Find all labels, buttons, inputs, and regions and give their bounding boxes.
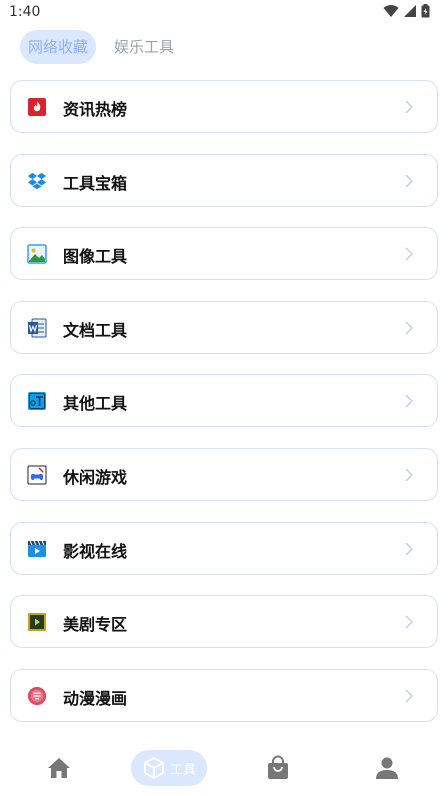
chevron-right-icon	[405, 394, 414, 408]
status-bar: 1:40	[0, 0, 448, 26]
chevron-right-icon	[405, 321, 414, 335]
nav-tools[interactable]: 工具	[131, 750, 207, 786]
list-item-label: 美剧专区	[63, 615, 128, 635]
list-item-label: 影视在线	[63, 541, 128, 561]
chevron-right-icon	[405, 174, 414, 188]
list-item-label: 动漫漫画	[63, 688, 128, 708]
list-item-label: 资讯热榜	[63, 100, 128, 119]
list-item-label: 工具宝箱	[63, 173, 128, 193]
tab-network-favorites[interactable]: 网络收藏	[20, 30, 97, 64]
cube-icon	[143, 757, 164, 779]
manga-icon	[27, 686, 47, 706]
list-item-news-hot[interactable]: 资讯热榜	[10, 80, 438, 133]
gamepad-icon	[27, 465, 47, 485]
image-icon	[27, 244, 47, 264]
list-item-label: 图像工具	[63, 247, 128, 267]
wifi-icon	[383, 5, 399, 18]
home-icon	[48, 758, 70, 778]
chevron-right-icon	[405, 100, 414, 114]
list-item-label: 文档工具	[63, 320, 128, 340]
list-item-image-tools[interactable]: 图像工具	[10, 227, 438, 281]
status-time: 1:40	[9, 4, 41, 20]
list-item-us-drama[interactable]: 美剧专区	[10, 595, 438, 649]
list-item-casual-games[interactable]: 休闲游戏	[10, 447, 438, 501]
list-item-document-tools[interactable]: 文档工具	[10, 300, 438, 354]
nav-profile[interactable]	[372, 750, 402, 786]
chevron-right-icon	[405, 541, 414, 556]
nav-shop[interactable]	[263, 750, 293, 786]
list-item-anime-comics[interactable]: 动漫漫画	[10, 668, 438, 722]
shopping-bag-icon	[268, 755, 288, 779]
tab-entertainment-tools[interactable]: 娱乐工具	[106, 30, 182, 64]
user-icon	[376, 757, 398, 779]
chevron-right-icon	[405, 689, 414, 703]
dropbox-icon	[27, 171, 47, 191]
list-item-other-tools[interactable]: 其他工具	[10, 374, 438, 428]
chevron-right-icon	[405, 468, 414, 482]
signal-icon	[404, 5, 416, 17]
fire-news-icon	[27, 97, 47, 117]
word-doc-icon	[27, 318, 47, 338]
bottom-navigation: 工具	[0, 740, 448, 796]
nav-home[interactable]	[44, 750, 74, 786]
list-item-tool-box[interactable]: 工具宝箱	[10, 153, 438, 207]
text-tool-icon	[27, 391, 47, 411]
video-player-icon	[27, 539, 47, 559]
chevron-right-icon	[405, 247, 414, 261]
chevron-right-icon	[405, 615, 414, 629]
status-icons	[383, 4, 430, 18]
film-frame-icon	[27, 612, 47, 632]
list-item-label: 其他工具	[63, 394, 128, 414]
list-item-label: 休闲游戏	[63, 467, 128, 487]
battery-icon	[421, 4, 430, 18]
list-item-online-video[interactable]: 影视在线	[10, 521, 438, 575]
top-tabs: 网络收藏 娱乐工具	[20, 30, 182, 64]
nav-tools-label: 工具	[169, 762, 196, 778]
tool-category-list: 资讯热榜 工具宝箱 图像工具 文档工具 其他工具 休闲游戏 影视在线 美剧专区 …	[10, 80, 438, 742]
